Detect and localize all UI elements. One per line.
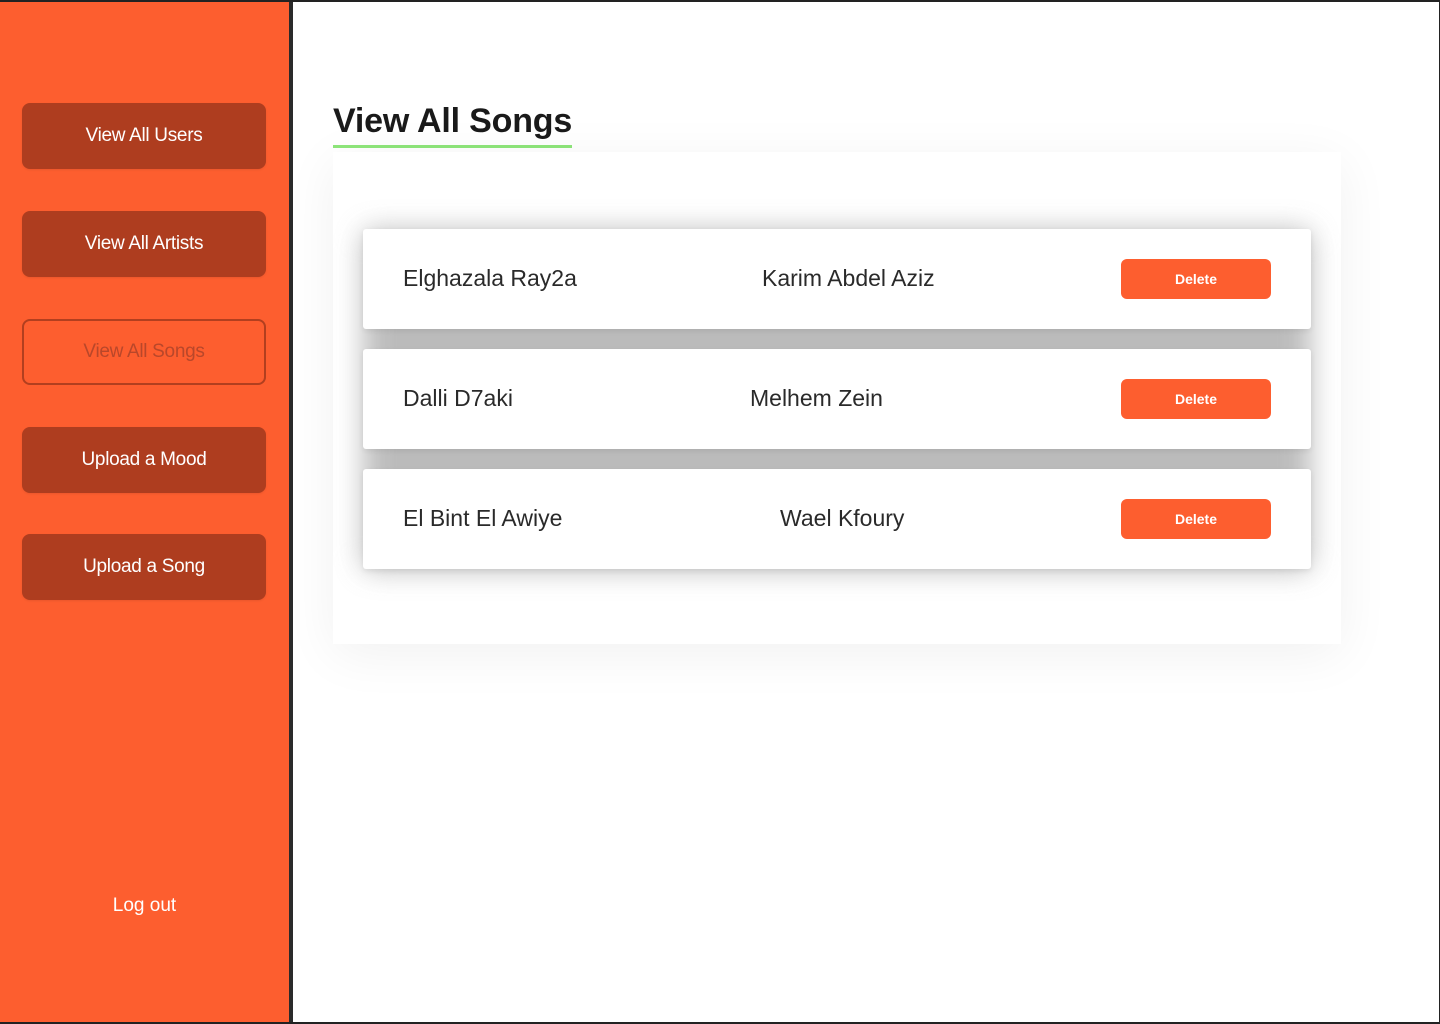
sidebar-item-label: View All Songs [83, 341, 205, 362]
sidebar-item-upload-a-mood[interactable]: Upload a Mood [22, 427, 266, 493]
app-window: View All Users View All Artists View All… [0, 0, 1440, 1024]
songs-list: Elghazala Ray2a Karim Abdel Aziz Delete … [333, 152, 1341, 644]
song-title: Dalli D7aki [403, 385, 513, 411]
main-content: View All Songs Elghazala Ray2a Karim Abd… [293, 2, 1439, 1022]
page-title: View All Songs [333, 102, 572, 148]
sidebar: View All Users View All Artists View All… [0, 2, 293, 1022]
sidebar-item-view-all-songs[interactable]: View All Songs [22, 319, 266, 385]
logout-link[interactable]: Log out [0, 895, 289, 917]
sidebar-item-label: View All Users [85, 125, 203, 146]
sidebar-item-label: Upload a Song [83, 556, 205, 577]
song-row: Elghazala Ray2a Karim Abdel Aziz Delete [363, 229, 1311, 329]
sidebar-item-label: View All Artists [84, 233, 204, 254]
song-artist: Melhem Zein [750, 385, 883, 411]
sidebar-item-label: Upload a Mood [81, 449, 207, 470]
sidebar-item-view-all-artists[interactable]: View All Artists [22, 211, 266, 277]
song-title: El Bint El Awiye [403, 505, 563, 531]
delete-button[interactable]: Delete [1121, 259, 1271, 299]
sidebar-item-view-all-users[interactable]: View All Users [22, 103, 266, 169]
song-artist: Karim Abdel Aziz [762, 265, 935, 291]
delete-button[interactable]: Delete [1121, 499, 1271, 539]
sidebar-item-upload-a-song[interactable]: Upload a Song [22, 534, 266, 600]
song-row: Dalli D7aki Melhem Zein Delete [363, 349, 1311, 449]
song-artist: Wael Kfoury [780, 505, 905, 531]
song-row: El Bint El Awiye Wael Kfoury Delete [363, 469, 1311, 569]
song-title: Elghazala Ray2a [403, 265, 577, 291]
delete-button[interactable]: Delete [1121, 379, 1271, 419]
